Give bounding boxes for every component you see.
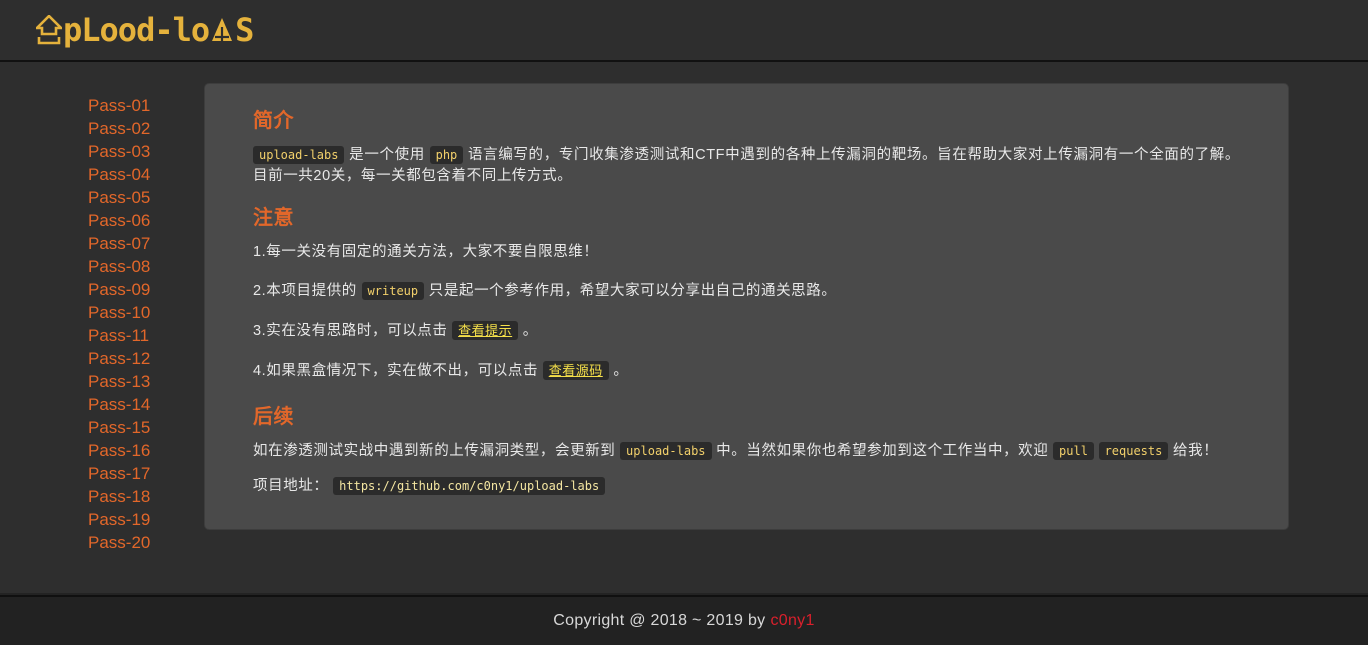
followup-text-a: 如在渗透测试实战中遇到新的上传漏洞类型，会更新到 [253, 443, 615, 459]
logo-text-p: p [63, 14, 81, 46]
logo-text-s: S [235, 14, 253, 46]
view-source-link[interactable]: 查看源码 [543, 361, 609, 380]
notice-item-3: 3.实在没有思路时，可以点击 查看提示 。 [253, 320, 1240, 342]
author-link[interactable]: c0ny1 [770, 612, 814, 629]
code-project-name-2: upload-labs [620, 442, 711, 460]
sidebar-item-pass-20[interactable]: Pass-20 [88, 531, 205, 554]
sidebar-item-pass-19[interactable]: Pass-19 [88, 508, 205, 531]
sidebar-item-pass-02[interactable]: Pass-02 [88, 117, 205, 140]
project-address-label: 项目地址： [253, 478, 329, 494]
copyright-label: Copyright @ 2018 ~ 2019 by [553, 612, 765, 629]
pass-navigation-sidebar: Pass-01 Pass-02 Pass-03 Pass-04 Pass-05 … [0, 84, 205, 593]
code-pull: pull [1053, 442, 1094, 460]
sidebar-item-pass-06[interactable]: Pass-06 [88, 209, 205, 232]
sidebar-item-pass-07[interactable]: Pass-07 [88, 232, 205, 255]
site-footer: Copyright @ 2018 ~ 2019 by c0ny1 [0, 595, 1368, 645]
code-project-name: upload-labs [253, 146, 344, 164]
sidebar-item-pass-04[interactable]: Pass-04 [88, 163, 205, 186]
project-address-row: 项目地址： https://github.com/c0ny1/upload-la… [253, 476, 1240, 497]
notice-4-text-b: 。 [613, 363, 628, 379]
notice-3-text-a: 3.实在没有思路时，可以点击 [253, 323, 448, 339]
sidebar-item-pass-17[interactable]: Pass-17 [88, 462, 205, 485]
notice-item-2: 2.本项目提供的 writeup 只是起一个参考作用，希望大家可以分享出自己的通… [253, 281, 1240, 302]
person-a-icon [210, 15, 234, 45]
notice-4-text-a: 4.如果黑盒情况下，实在做不出，可以点击 [253, 363, 538, 379]
code-language: php [430, 146, 464, 164]
sidebar-item-pass-05[interactable]: Pass-05 [88, 186, 205, 209]
upload-arrow-icon [36, 15, 62, 45]
sidebar-item-pass-03[interactable]: Pass-03 [88, 140, 205, 163]
intro-text-a: 是一个使用 [349, 147, 425, 163]
sidebar-item-pass-13[interactable]: Pass-13 [88, 370, 205, 393]
sidebar-item-pass-01[interactable]: Pass-01 [88, 94, 205, 117]
code-writeup: writeup [362, 282, 425, 300]
sidebar-item-pass-18[interactable]: Pass-18 [88, 485, 205, 508]
sidebar-item-pass-10[interactable]: Pass-10 [88, 301, 205, 324]
section-title-intro: 简介 [253, 104, 1240, 133]
project-url[interactable]: https://github.com/c0ny1/upload-labs [333, 477, 605, 495]
notice-2-text-b: 只是起一个参考作用，希望大家可以分享出自己的通关思路。 [429, 283, 837, 299]
sidebar-item-pass-12[interactable]: Pass-12 [88, 347, 205, 370]
site-logo[interactable]: pLood-lo S [36, 14, 253, 46]
notice-item-4: 4.如果黑盒情况下，实在做不出，可以点击 查看源码 。 [253, 360, 1240, 382]
content-panel: 简介 upload-labs 是一个使用 php 语言编写的，专门收集渗透测试和… [205, 84, 1288, 529]
site-header: pLood-lo S [0, 0, 1368, 62]
logo-text-load-la: Lood-lo [81, 14, 209, 46]
copyright-text: Copyright @ 2018 ~ 2019 by c0ny1 [553, 612, 814, 630]
notice-item-1: 1.每一关没有固定的通关方法，大家不要自限思维！ [253, 242, 1240, 263]
followup-text-c: 给我！ [1173, 443, 1218, 459]
followup-text-b: 中。当然如果你也希望参加到这个工作当中，欢迎 [716, 443, 1048, 459]
notice-2-text-a: 2.本项目提供的 [253, 283, 357, 299]
sidebar-item-pass-15[interactable]: Pass-15 [88, 416, 205, 439]
intro-paragraph: upload-labs 是一个使用 php 语言编写的，专门收集渗透测试和CTF… [253, 145, 1240, 187]
view-hint-link[interactable]: 查看提示 [452, 321, 518, 340]
code-requests: requests [1099, 442, 1169, 460]
sidebar-item-pass-16[interactable]: Pass-16 [88, 439, 205, 462]
notice-3-text-b: 。 [523, 323, 538, 339]
sidebar-item-pass-11[interactable]: Pass-11 [88, 324, 205, 347]
sidebar-item-pass-08[interactable]: Pass-08 [88, 255, 205, 278]
sidebar-item-pass-14[interactable]: Pass-14 [88, 393, 205, 416]
page-body: Pass-01 Pass-02 Pass-03 Pass-04 Pass-05 … [0, 62, 1368, 593]
followup-paragraph: 如在渗透测试实战中遇到新的上传漏洞类型，会更新到 upload-labs 中。当… [253, 441, 1240, 462]
sidebar-item-pass-09[interactable]: Pass-09 [88, 278, 205, 301]
section-title-followup: 后续 [253, 400, 1240, 429]
section-title-notice: 注意 [253, 201, 1240, 230]
